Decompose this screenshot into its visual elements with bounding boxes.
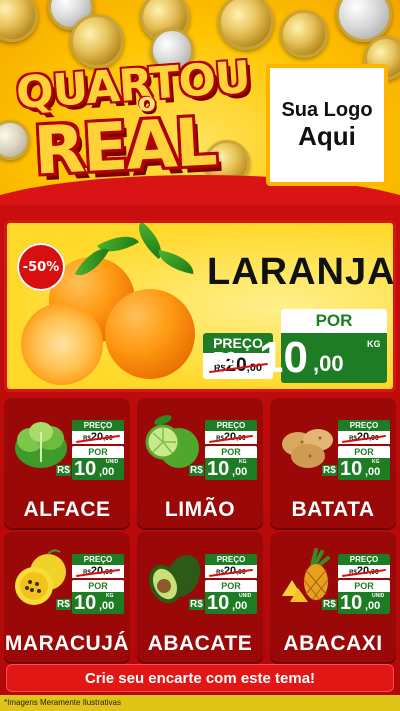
orange-half (21, 303, 103, 385)
product-name: MARACUJÁ (4, 632, 130, 655)
old-price: R$20,00 (338, 431, 390, 444)
product-name: ALFACE (23, 498, 111, 521)
product-name: ABACAXI (283, 632, 383, 655)
new-price-cents: ,00 (365, 600, 381, 612)
product-card[interactable]: PREÇOR$20,00 PORR$10,00UNID ABACATE (137, 532, 263, 662)
por-label: POR (281, 309, 387, 333)
price-label: PREÇO (205, 554, 257, 565)
price-tag: PREÇOR$20,00 PORR$10,00UNID (322, 554, 390, 614)
por-label: POR (72, 446, 124, 458)
por-label: POR (338, 580, 390, 592)
por-label: POR (338, 446, 390, 458)
new-price-int: 10 (74, 458, 97, 480)
unit-label: UNID (372, 593, 385, 599)
old-price: R$20,00 (72, 431, 124, 444)
new-price-cents: ,00 (99, 600, 115, 612)
new-price-cents: ,00 (365, 466, 381, 478)
new-price-cents: ,00 (99, 466, 115, 478)
por-label: POR (72, 580, 124, 592)
coin-icon (0, 0, 38, 42)
new-price-cents: ,00 (232, 600, 248, 612)
price-label: PREÇO (72, 420, 124, 431)
header-banner: QUARTOU o REAL Sua Logo Aqui (0, 0, 400, 205)
coin-icon (280, 10, 328, 58)
new-price-int: 10 (340, 458, 363, 480)
new-price-int: 10 (259, 333, 308, 382)
new-price-currency: R$ (189, 599, 204, 610)
logo-text-line-1: Sua Logo (281, 98, 373, 121)
price-tag: PREÇOR$20,00 PORR$10,00KG (322, 420, 390, 480)
new-price: R$ 10 ,00 KG (213, 333, 387, 383)
new-price-cents: ,00 (313, 351, 344, 376)
featured-product-name: LARANJA (207, 251, 396, 293)
new-price-currency: R$ (56, 465, 71, 476)
new-price-currency: R$ (322, 465, 337, 476)
product-name: LIMÃO (164, 498, 236, 521)
new-price-currency: R$ (189, 465, 204, 476)
product-card[interactable]: PREÇOR$20,00 PORR$10,00KG MARACUJÁ (4, 532, 130, 662)
new-price-currency: R$ (56, 599, 71, 610)
product-card[interactable]: PREÇOR$20,00 PORR$10,00KG LIMÃO (137, 398, 263, 528)
logo-text-line-2: Aqui (298, 120, 356, 151)
product-card[interactable]: PREÇOR$20,00 PORR$10,00UNID ABACAXI (270, 532, 396, 662)
new-price: R$ 10,00 KG (322, 458, 390, 480)
old-price: R$20,00 (72, 565, 124, 578)
old-price: R$20,00 (338, 565, 390, 578)
new-price: R$ 10,00 KG (189, 458, 257, 480)
price-label: PREÇO (72, 554, 124, 565)
orange-fruit (105, 289, 195, 379)
price-label: PREÇO (338, 554, 390, 565)
product-card[interactable]: PREÇOR$20,00 PORR$10,00KG BATATA (270, 398, 396, 528)
old-price: R$20,00 (205, 431, 257, 444)
price-tag: PREÇOR$20,00 PORR$10,00UNID (56, 420, 124, 480)
unit-label: KG (367, 339, 381, 349)
product-name: BATATA (291, 498, 375, 521)
create-flyer-button[interactable]: Crie seu encarte com este tema! (6, 664, 394, 692)
price-tag: PREÇOR$20,00 PORR$10,00KG (56, 554, 124, 614)
por-label: POR (205, 580, 257, 592)
new-price-int: 10 (340, 592, 363, 614)
new-price-cents: ,00 (232, 466, 248, 478)
unit-label: KG (106, 593, 114, 599)
new-price-int: 10 (207, 592, 230, 614)
price-tag: PREÇOR$20,00 PORR$10,00KG (189, 420, 257, 480)
discount-badge: -50% (17, 243, 65, 291)
price-label: PREÇO (205, 420, 257, 431)
new-price: R$ 10,00 UNID (56, 458, 124, 480)
title-line-2: REAL (32, 103, 217, 190)
new-price: R$ 10,00 KG (56, 592, 124, 614)
unit-label: KG (239, 459, 247, 465)
featured-product-card[interactable]: -50% LARANJA PREÇO R$20,00 POR R$ 10 ,00 (4, 220, 396, 392)
unit-label: UNID (239, 593, 252, 599)
footnote: *Imagens Meramente Ilustrativas (0, 695, 400, 711)
price-label: PREÇO (338, 420, 390, 431)
product-name: ABACATE (147, 632, 253, 655)
flyer-page: QUARTOU o REAL Sua Logo Aqui -50% LARANJ… (0, 0, 400, 711)
coin-icon (218, 0, 274, 50)
unit-label: KG (372, 459, 380, 465)
new-price-currency: R$ (213, 349, 237, 369)
new-price-currency: R$ (322, 599, 337, 610)
campaign-title: QUARTOU o REAL (8, 52, 258, 192)
new-price: R$ 10,00 UNID (322, 592, 390, 614)
logo-placeholder[interactable]: Sua Logo Aqui (266, 64, 388, 186)
new-price-box: POR R$ 10 ,00 KG (213, 309, 387, 387)
new-price-int: 10 (74, 592, 97, 614)
product-card[interactable]: PREÇOR$20,00 PORR$10,00UNID ALFACE (4, 398, 130, 528)
por-label: POR (205, 446, 257, 458)
unit-label: UNID (106, 459, 119, 465)
price-tag: PREÇOR$20,00 PORR$10,00UNID (189, 554, 257, 614)
new-price-int: 10 (207, 458, 230, 480)
new-price: R$ 10,00 UNID (189, 592, 257, 614)
old-price: R$20,00 (205, 565, 257, 578)
